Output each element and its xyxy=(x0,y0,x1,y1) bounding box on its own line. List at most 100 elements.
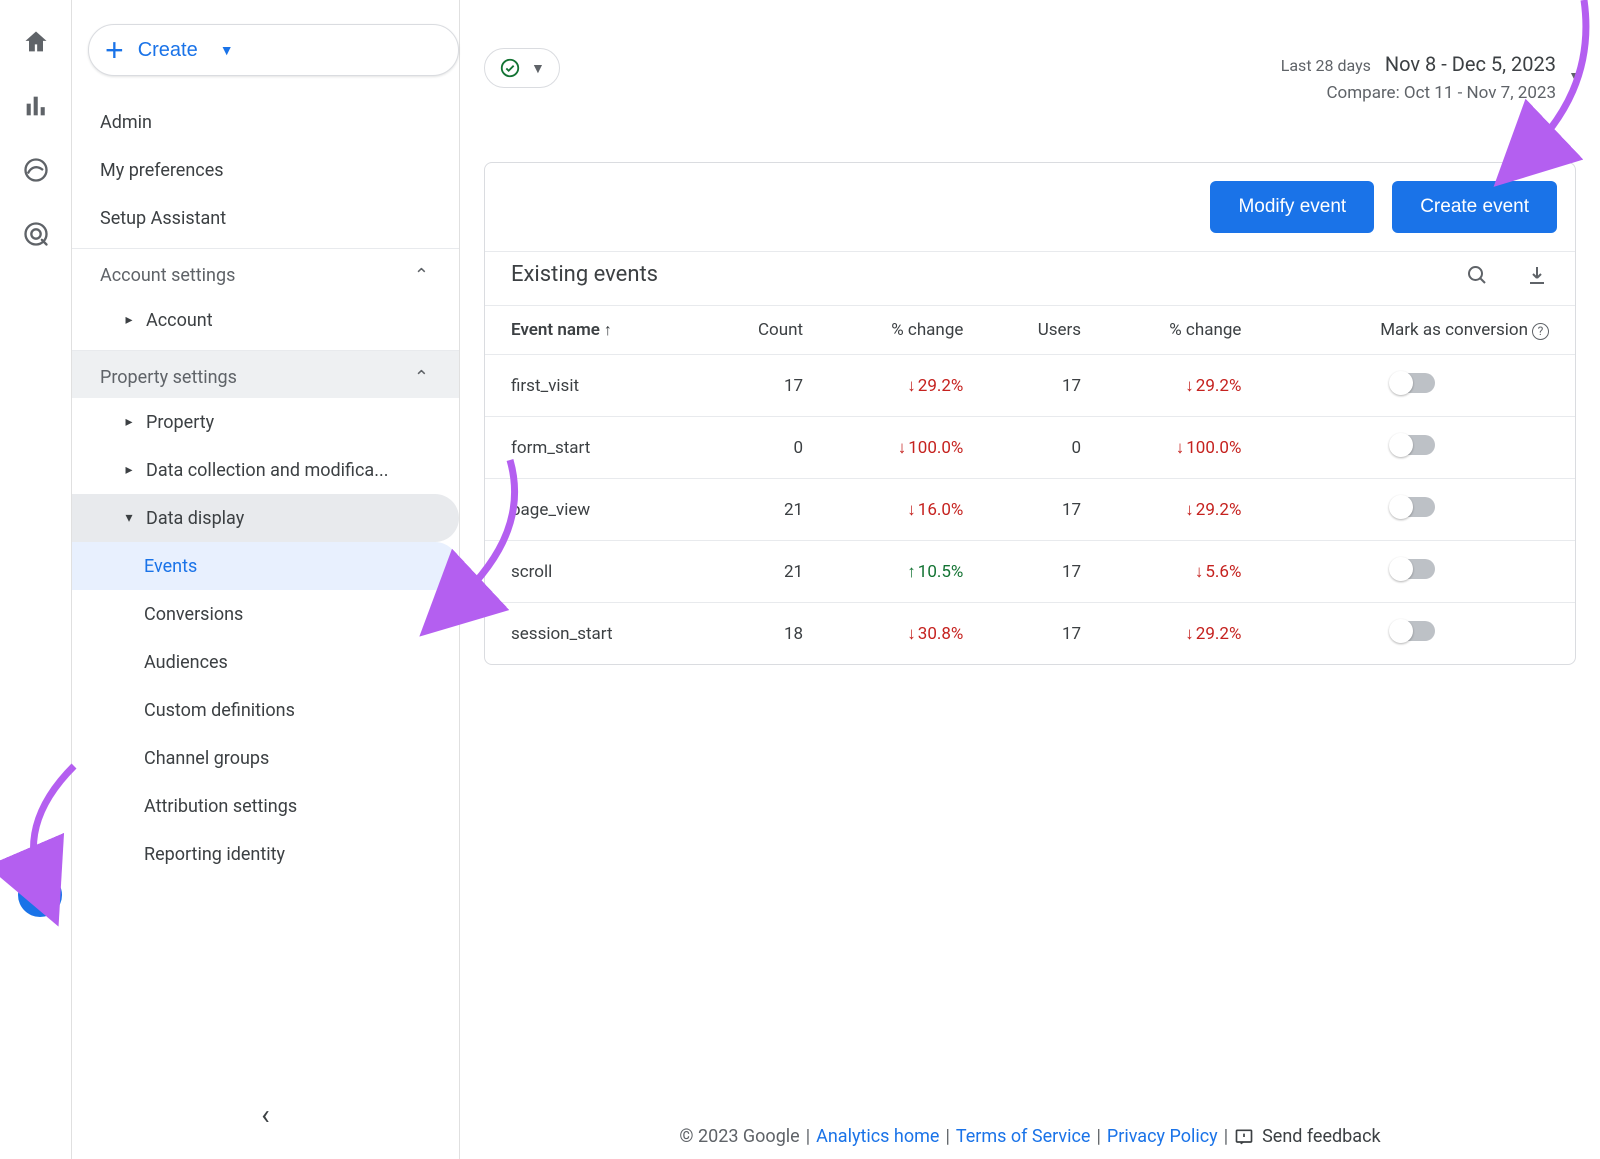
nav-list: Admin My preferences Setup Assistant Acc… xyxy=(72,98,459,878)
cell-event-name[interactable]: first_visit xyxy=(485,355,701,417)
table-row: form_start0100.0%0100.0% xyxy=(485,417,1575,479)
nav-admin[interactable]: Admin xyxy=(72,98,459,146)
nav-custom-definitions[interactable]: Custom definitions xyxy=(72,686,459,734)
existing-events-header: Existing events xyxy=(485,251,1575,305)
status-chip[interactable]: ▼ xyxy=(484,48,560,88)
caret-right-icon: ▸ xyxy=(120,312,138,328)
property-settings-header[interactable]: Property settings ⌃ xyxy=(72,350,459,398)
cell-count-change: 29.2% xyxy=(821,355,981,417)
date-period-range: Nov 8 - Dec 5, 2023 xyxy=(1385,52,1556,76)
cell-count: 18 xyxy=(701,603,821,665)
nav-setup-assistant[interactable]: Setup Assistant xyxy=(72,194,459,242)
chevron-up-icon: ⌃ xyxy=(414,367,429,388)
cell-event-name[interactable]: form_start xyxy=(485,417,701,479)
conversion-toggle[interactable] xyxy=(1391,497,1435,517)
table-row: page_view2116.0%1729.2% xyxy=(485,479,1575,541)
conversion-toggle[interactable] xyxy=(1391,621,1435,641)
col-count-change[interactable]: % change xyxy=(821,306,981,355)
download-icon[interactable] xyxy=(1525,263,1549,287)
cell-conversion-toggle xyxy=(1259,603,1575,665)
cell-users-change: 29.2% xyxy=(1099,603,1259,665)
nav-data-collection[interactable]: ▸ Data collection and modifica... xyxy=(72,446,459,494)
left-rail xyxy=(0,0,72,1159)
conversion-toggle[interactable] xyxy=(1391,559,1435,579)
cell-conversion-toggle xyxy=(1259,479,1575,541)
advertising-icon[interactable] xyxy=(22,220,50,248)
footer-copyright: © 2023 Google xyxy=(679,1126,799,1147)
account-settings-header[interactable]: Account settings ⌃ xyxy=(72,248,459,296)
card-actions: Modify event Create event xyxy=(485,163,1575,251)
send-feedback-button[interactable]: Send feedback xyxy=(1234,1126,1381,1147)
cell-users: 17 xyxy=(981,355,1099,417)
cell-conversion-toggle xyxy=(1259,355,1575,417)
col-users[interactable]: Users xyxy=(981,306,1099,355)
nav-conversions[interactable]: Conversions xyxy=(72,590,459,638)
modify-event-button[interactable]: Modify event xyxy=(1210,181,1374,233)
col-users-change[interactable]: % change xyxy=(1099,306,1259,355)
explore-icon[interactable] xyxy=(22,156,50,184)
nav-reporting-identity[interactable]: Reporting identity xyxy=(72,830,459,878)
table-row: session_start1830.8%1729.2% xyxy=(485,603,1575,665)
topbar: ▼ Last 28 days Nov 8 - Dec 5, 2023 Compa… xyxy=(460,0,1600,120)
cell-users-change: 100.0% xyxy=(1099,417,1259,479)
footer-link-privacy[interactable]: Privacy Policy xyxy=(1107,1126,1218,1147)
admin-gear-icon[interactable] xyxy=(18,873,62,917)
cell-count: 0 xyxy=(701,417,821,479)
cell-users: 17 xyxy=(981,541,1099,603)
table-row: scroll2110.5%175.6% xyxy=(485,541,1575,603)
cell-count: 17 xyxy=(701,355,821,417)
sidebar: + Create ▼ Admin My preferences Setup As… xyxy=(72,0,460,1159)
help-icon[interactable]: ? xyxy=(1532,323,1549,340)
nav-attribution-settings[interactable]: Attribution settings xyxy=(72,782,459,830)
footer: © 2023 Google | Analytics home | Terms o… xyxy=(460,1126,1600,1147)
existing-events-title: Existing events xyxy=(511,262,658,287)
nav-audiences[interactable]: Audiences xyxy=(72,638,459,686)
date-range-picker[interactable]: Last 28 days Nov 8 - Dec 5, 2023 Compare… xyxy=(1281,48,1576,107)
caret-down-icon: ▾ xyxy=(120,510,138,526)
home-icon[interactable] xyxy=(22,28,50,56)
conversion-toggle[interactable] xyxy=(1391,373,1435,393)
caret-right-icon: ▸ xyxy=(120,462,138,478)
table-row: first_visit1729.2%1729.2% xyxy=(485,355,1575,417)
create-button[interactable]: + Create ▼ xyxy=(88,24,459,76)
events-table: Event name↑ Count % change Users % chang… xyxy=(485,305,1575,664)
cell-count-change: 10.5% xyxy=(821,541,981,603)
caret-down-icon: ▼ xyxy=(220,42,234,58)
caret-down-icon: ▼ xyxy=(1568,66,1582,88)
check-circle-icon xyxy=(499,57,521,79)
cell-event-name[interactable]: scroll xyxy=(485,541,701,603)
search-icon[interactable] xyxy=(1465,263,1489,287)
feedback-icon xyxy=(1234,1127,1254,1147)
cell-count-change: 100.0% xyxy=(821,417,981,479)
cell-count-change: 16.0% xyxy=(821,479,981,541)
cell-event-name[interactable]: page_view xyxy=(485,479,701,541)
sort-asc-icon: ↑ xyxy=(604,320,612,339)
footer-link-terms[interactable]: Terms of Service xyxy=(956,1126,1091,1147)
cell-users-change: 29.2% xyxy=(1099,479,1259,541)
caret-down-icon: ▼ xyxy=(531,60,545,77)
plus-icon: + xyxy=(105,34,124,66)
nav-channel-groups[interactable]: Channel groups xyxy=(72,734,459,782)
main: ▼ Last 28 days Nov 8 - Dec 5, 2023 Compa… xyxy=(460,0,1600,1159)
col-count[interactable]: Count xyxy=(701,306,821,355)
chevron-up-icon: ⌃ xyxy=(414,265,429,286)
nav-data-display[interactable]: ▾ Data display xyxy=(72,494,459,542)
create-button-label: Create xyxy=(138,39,198,62)
date-compare: Compare: Oct 11 - Nov 7, 2023 xyxy=(1281,80,1556,107)
collapse-sidebar-icon[interactable]: ‹ xyxy=(72,1098,459,1131)
nav-my-preferences[interactable]: My preferences xyxy=(72,146,459,194)
nav-events[interactable]: Events xyxy=(72,542,459,590)
cell-conversion-toggle xyxy=(1259,417,1575,479)
nav-account[interactable]: ▸ Account xyxy=(72,296,459,344)
cell-count: 21 xyxy=(701,479,821,541)
footer-link-analytics-home[interactable]: Analytics home xyxy=(816,1126,939,1147)
cell-conversion-toggle xyxy=(1259,541,1575,603)
cell-event-name[interactable]: session_start xyxy=(485,603,701,665)
caret-right-icon: ▸ xyxy=(120,414,138,430)
nav-property[interactable]: ▸ Property xyxy=(72,398,459,446)
reports-icon[interactable] xyxy=(22,92,50,120)
create-event-button[interactable]: Create event xyxy=(1392,181,1557,233)
col-event-name[interactable]: Event name↑ xyxy=(485,306,701,355)
cell-users: 0 xyxy=(981,417,1099,479)
conversion-toggle[interactable] xyxy=(1391,435,1435,455)
